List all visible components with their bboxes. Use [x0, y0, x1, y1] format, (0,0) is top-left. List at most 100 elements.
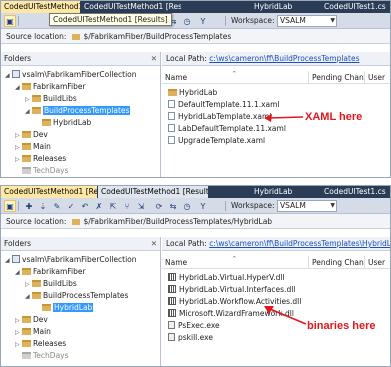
expander-icon[interactable]: ▷: [15, 339, 22, 350]
file-list-item[interactable]: HybridLabTemplate.xaml: [168, 111, 271, 122]
new-folder-icon[interactable]: ▣: [4, 200, 16, 212]
document-tabstrip: CodedUITestMethod1 [Results] CodedUITest…: [1, 1, 390, 13]
expander-icon[interactable]: ◢: [25, 291, 32, 302]
column-user[interactable]: User: [364, 71, 390, 84]
workspace-label: Workspace:: [231, 16, 275, 25]
tree-item[interactable]: ▷ BuildLibs: [25, 93, 77, 104]
tab-hybridlab[interactable]: HybridLab: [251, 186, 301, 198]
file-list-item[interactable]: LabDefaultTemplate.11.xaml: [168, 123, 286, 134]
expander-icon[interactable]: ▷: [15, 327, 22, 338]
tree-item[interactable]: ◢ FabrikamFiber: [15, 266, 86, 277]
folder-icon: [42, 304, 51, 311]
open-icon[interactable]: ⇱: [107, 200, 119, 212]
tree-item[interactable]: ◢ vsalm\FabrikamFiberCollection: [5, 254, 137, 265]
expander-icon[interactable]: ◢: [15, 267, 22, 278]
toolbar-separator: [225, 16, 226, 26]
expander-icon[interactable]: ▷: [25, 279, 32, 290]
tab-codeduitest1[interactable]: CodedUITest1.cs: [321, 186, 390, 198]
source-location-label: Source location:: [6, 32, 67, 41]
expander-icon[interactable]: ▷: [15, 142, 22, 153]
add-items-icon[interactable]: ✚: [23, 200, 35, 212]
screenshot-top: CodedUITestMethod1 [Results] CodedUITest…: [0, 0, 391, 178]
source-location-path[interactable]: $/FabrikamFiber/BuildProcessTemplates: [83, 32, 231, 41]
file-list-item[interactable]: HybridLab.Virtual.Interfaces.dll: [168, 284, 295, 295]
tree-item[interactable]: ◢ BuildProcessTemplates: [25, 105, 131, 117]
tree-item[interactable]: TechDays: [15, 165, 69, 176]
column-pending-change[interactable]: Pending Change: [308, 71, 364, 84]
tab-label: HybridLab: [254, 187, 293, 196]
history-icon[interactable]: ◷: [181, 200, 193, 212]
expander-icon[interactable]: ◢: [5, 70, 12, 81]
workspace-label: Workspace:: [231, 201, 275, 210]
tree-item[interactable]: ▷ Releases: [15, 338, 66, 349]
tab-hybridlab[interactable]: HybridLab: [251, 1, 301, 13]
tree-item[interactable]: ▷ Main: [15, 326, 51, 337]
toolbar-separator: [225, 201, 226, 211]
xaml-file-icon: [168, 124, 175, 132]
tree-item[interactable]: ◢ FabrikamFiber: [15, 81, 86, 92]
column-pending-change[interactable]: Pending Change: [308, 256, 364, 269]
column-label: Pending Change: [312, 73, 364, 82]
tree-item[interactable]: HybridLab: [35, 117, 91, 128]
tree-item[interactable]: ◢ BuildProcessTemplates: [25, 290, 128, 301]
expander-icon[interactable]: ▷: [15, 130, 22, 141]
column-name[interactable]: Name ^: [162, 256, 308, 269]
file-name: PsExec.exe: [178, 321, 220, 330]
file-list-item[interactable]: PsExec.exe: [168, 320, 220, 331]
check-in-icon[interactable]: ✓: [65, 200, 77, 212]
expander-icon[interactable]: ◢: [15, 82, 22, 93]
exe-file-icon: [168, 321, 175, 329]
history-icon[interactable]: ◷: [181, 15, 193, 27]
expander-icon[interactable]: ◢: [25, 106, 32, 117]
file-list-item[interactable]: pskill.exe: [168, 332, 213, 343]
close-icon[interactable]: ✕: [151, 237, 157, 251]
column-user[interactable]: User: [364, 256, 390, 269]
local-path-link[interactable]: c:\ws\cameron\ff\BuildProcessTemplates: [209, 54, 359, 63]
file-list-item[interactable]: DefaultTemplate.11.1.xaml: [168, 99, 280, 110]
expander-icon[interactable]: ▷: [15, 315, 22, 326]
folder-icon: [22, 167, 31, 174]
tree-item-label: vsalm\FabrikamFiberCollection: [22, 70, 137, 79]
local-path-link[interactable]: c:\ws\cameron\ff\BuildProcessTemplates\H…: [209, 239, 390, 248]
tab-codeduitest1[interactable]: CodedUITest1.cs: [321, 1, 390, 13]
filter-icon[interactable]: Y: [197, 200, 209, 212]
get-latest-icon[interactable]: ⇣: [37, 200, 49, 212]
workspace-dropdown[interactable]: VSALM ▼: [277, 200, 337, 212]
annotation-xaml-here: XAML here: [305, 111, 363, 123]
tree-item[interactable]: ▷ Dev: [15, 314, 48, 325]
undo-icon[interactable]: ↶: [79, 200, 91, 212]
column-name[interactable]: Name ^: [162, 71, 308, 84]
refresh-icon[interactable]: ⟳: [153, 200, 165, 212]
close-icon[interactable]: ✕: [151, 52, 157, 66]
workspace-dropdown[interactable]: VSALM ▼: [277, 15, 337, 27]
source-location-bar: Source location: $/FabrikamFiber/BuildPro…: [1, 214, 390, 229]
file-list-item[interactable]: HybridLab.Virtual.HyperV.dll: [168, 272, 285, 283]
tree-item[interactable]: ▷ Releases: [15, 153, 66, 164]
delete-icon[interactable]: ✗: [93, 200, 105, 212]
expander-icon[interactable]: ▷: [25, 94, 32, 105]
filter-icon[interactable]: Y: [197, 15, 209, 27]
branch-icon[interactable]: ⇲: [135, 200, 147, 212]
source-location-path[interactable]: $/FabrikamFiber/BuildProcessTemplates/Hy…: [83, 217, 272, 226]
compare-icon[interactable]: ⇆: [167, 200, 179, 212]
expander-icon[interactable]: ◢: [5, 255, 12, 266]
file-list-item[interactable]: HybridLab: [168, 87, 217, 98]
tree-item[interactable]: TechDays: [15, 350, 69, 361]
tab-coded-ui-results-1[interactable]: CodedUITestMethod1 [Results]: [1, 1, 80, 13]
tab-coded-ui-results-1[interactable]: CodedUITestMethod1 [Results]✕: [1, 186, 97, 198]
tab-coded-ui-results-2[interactable]: CodedUITestMethod1 [Results]: [98, 186, 208, 198]
tree-item[interactable]: ▷ Dev: [15, 129, 48, 140]
expander-icon[interactable]: ▷: [15, 154, 22, 165]
tree-item[interactable]: ◢ vsalm\FabrikamFiberCollection: [5, 69, 137, 80]
file-list-item[interactable]: UpgradeTemplate.xaml: [168, 135, 265, 146]
tab-coded-ui-results-2[interactable]: CodedUITestMethod1 [Results]: [81, 1, 181, 13]
tree-item[interactable]: ▷ BuildLibs: [25, 278, 77, 289]
dll-file-icon: [168, 285, 176, 293]
tree-item[interactable]: HybridLab: [35, 302, 94, 313]
merge-icon[interactable]: ⑂: [121, 200, 133, 212]
new-folder-icon[interactable]: ▣: [4, 15, 16, 27]
annotation-arrow-icon: [264, 306, 307, 325]
check-out-icon[interactable]: ✎: [51, 200, 63, 212]
tree-item[interactable]: ▷ Main: [15, 141, 51, 152]
folders-title: Folders: [4, 239, 32, 248]
